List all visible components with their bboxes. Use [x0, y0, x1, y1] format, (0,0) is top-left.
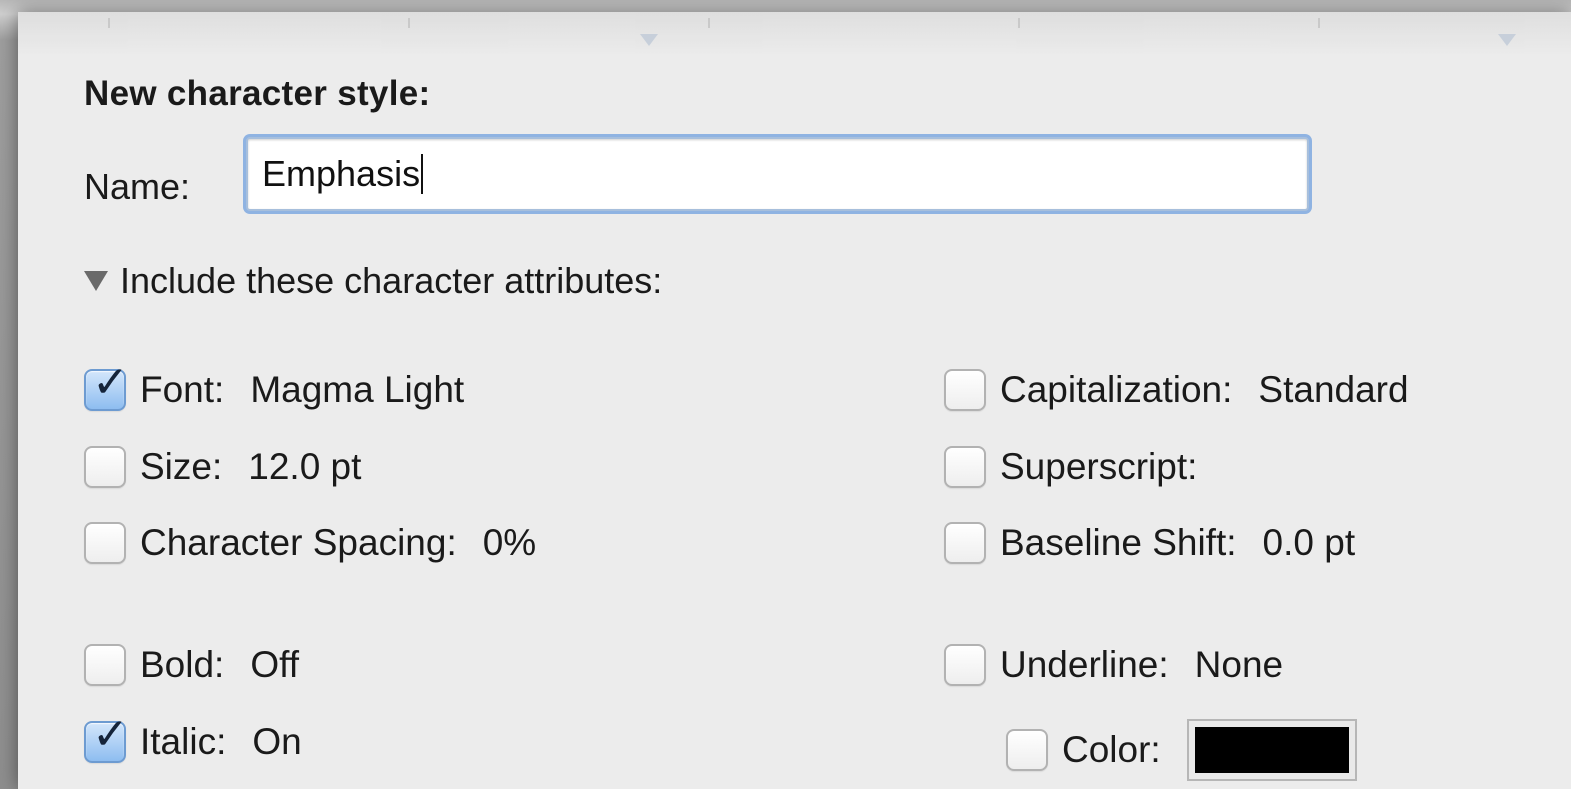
font-checkbox[interactable]: ✓: [84, 361, 129, 411]
attribute-label: Bold:: [140, 644, 225, 685]
ruler-tick: [408, 18, 410, 28]
attributes-disclosure[interactable]: Include these character attributes:: [84, 260, 662, 302]
attribute-underline[interactable]: Underline: None: [944, 644, 1283, 686]
attribute-font[interactable]: ✓ Font: Magma Light: [84, 361, 465, 411]
capitalization-checkbox[interactable]: [944, 369, 986, 411]
attribute-superscript[interactable]: Superscript:: [944, 446, 1223, 488]
attribute-label: Character Spacing:: [140, 522, 457, 563]
dialog-heading: New character style:: [84, 74, 431, 113]
tab-stop-marker-icon: [640, 34, 658, 46]
italic-checkbox[interactable]: ✓: [84, 713, 129, 763]
text-caret: [421, 154, 424, 194]
superscript-checkbox[interactable]: [944, 446, 986, 488]
tab-stop-marker-icon: [1498, 34, 1516, 46]
attribute-value: Magma Light: [250, 369, 465, 410]
style-name-value: Emphasis: [262, 153, 421, 194]
checkmark-icon: ✓: [92, 709, 129, 760]
attribute-italic[interactable]: ✓ Italic: On: [84, 713, 302, 763]
attribute-value: Off: [250, 644, 300, 685]
ruler-tick: [708, 18, 710, 28]
disclosure-triangle-icon[interactable]: [84, 271, 108, 291]
attribute-label: Font:: [140, 369, 225, 410]
color-swatch-button[interactable]: [1186, 719, 1357, 781]
new-character-style-dialog: New character style: Name: Emphasis Incl…: [18, 12, 1571, 789]
attribute-label: Capitalization:: [1000, 369, 1233, 410]
attribute-label: Italic:: [140, 721, 227, 762]
attribute-character-spacing[interactable]: Character Spacing: 0%: [84, 522, 536, 564]
attribute-label: Baseline Shift:: [1000, 522, 1237, 563]
attribute-underline-color[interactable]: Color:: [1006, 719, 1357, 781]
ruler-strip: [18, 12, 1571, 54]
attribute-label: Size:: [140, 446, 223, 487]
attribute-value: 0%: [482, 522, 537, 563]
attribute-baseline-shift[interactable]: Baseline Shift: 0.0 pt: [944, 522, 1355, 564]
attribute-label: Superscript:: [1000, 446, 1198, 487]
ruler-tick: [1018, 18, 1020, 28]
underline-color-checkbox[interactable]: [1006, 729, 1048, 771]
character-spacing-checkbox[interactable]: [84, 522, 126, 564]
attribute-label: Underline:: [1000, 644, 1169, 685]
ruler-tick: [108, 18, 110, 28]
attribute-value: 12.0 pt: [248, 446, 362, 487]
attribute-value: 0.0 pt: [1262, 522, 1356, 563]
attribute-capitalization[interactable]: Capitalization: Standard: [944, 369, 1409, 411]
style-name-input[interactable]: Emphasis: [246, 137, 1309, 211]
attribute-value: None: [1194, 644, 1284, 685]
attribute-bold[interactable]: Bold: Off: [84, 644, 299, 686]
size-checkbox[interactable]: [84, 446, 126, 488]
underline-checkbox[interactable]: [944, 644, 986, 686]
baseline-shift-checkbox[interactable]: [944, 522, 986, 564]
disclosure-label: Include these character attributes:: [120, 260, 663, 301]
attribute-value: On: [252, 721, 302, 762]
bold-checkbox[interactable]: [84, 644, 126, 686]
ruler-tick: [1318, 18, 1320, 28]
name-label: Name:: [84, 166, 191, 207]
attribute-size[interactable]: Size: 12.0 pt: [84, 446, 361, 488]
checkmark-icon: ✓: [92, 357, 129, 408]
attribute-value: Standard: [1258, 369, 1409, 410]
attribute-label: Color:: [1062, 729, 1161, 770]
